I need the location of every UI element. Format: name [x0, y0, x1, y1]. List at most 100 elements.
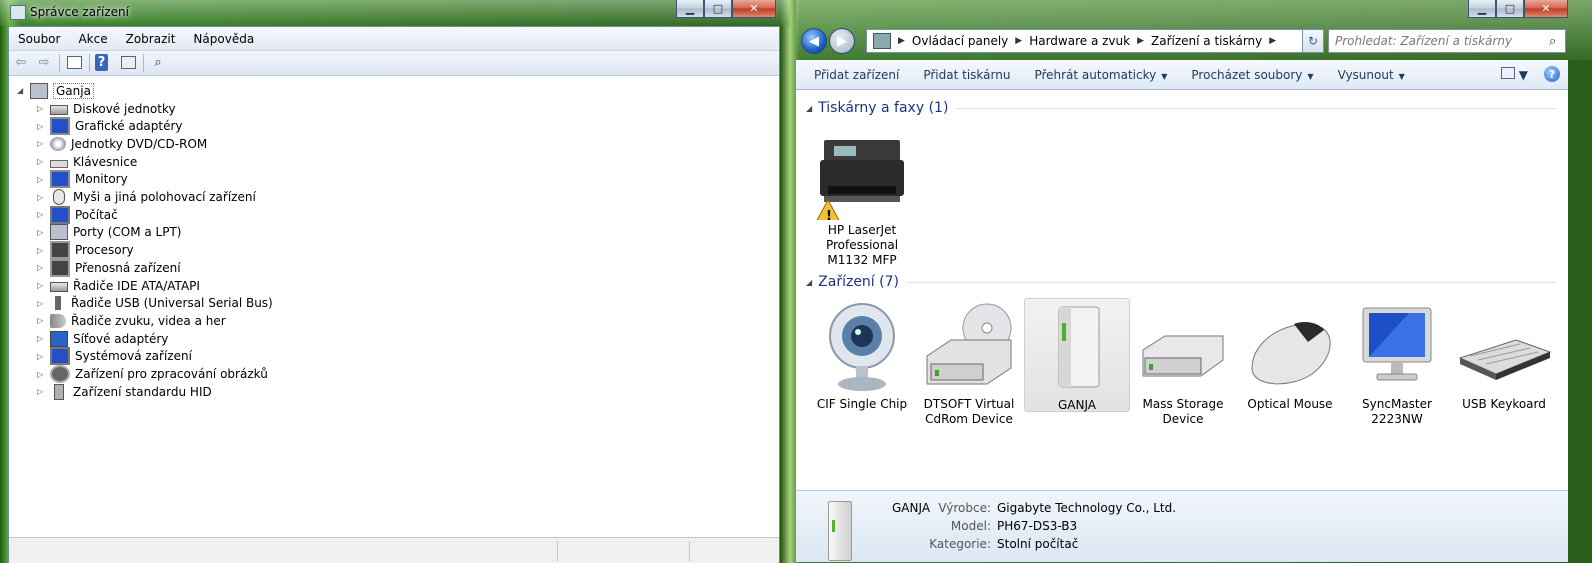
tree-root[interactable]: ◢ Ganja [17, 82, 94, 99]
help-icon[interactable]: ? [95, 54, 108, 71]
expand-triangle-icon[interactable]: ▷ [37, 370, 46, 379]
forward-button[interactable]: ▶ [829, 28, 855, 54]
menu-napoveda[interactable]: Nápověda [184, 32, 263, 46]
expand-triangle-icon[interactable]: ▷ [37, 210, 46, 219]
command-button[interactable]: Vysunout ▼ [1326, 68, 1417, 82]
mouse-icon [1238, 298, 1342, 397]
device-tile[interactable]: Optical Mouse [1238, 298, 1342, 412]
menu-zobrazit[interactable]: Zobrazit [117, 32, 185, 46]
title-bar[interactable]: Správce zařízení [0, 0, 790, 26]
tree-item[interactable]: ▷ Řadiče USB (Universal Serial Bus) [37, 295, 273, 312]
collapse-triangle-icon[interactable]: ◢ [806, 104, 812, 113]
expand-triangle-icon[interactable]: ▷ [37, 352, 46, 361]
device-label: GANJA [1057, 398, 1097, 412]
command-label: Přehrát automaticky [1034, 67, 1157, 82]
forward-arrow-icon[interactable]: ⇨ [35, 54, 53, 71]
tree-item[interactable]: ▷ Procesory [37, 241, 134, 260]
expand-triangle-icon[interactable]: ▷ [37, 175, 46, 184]
command-button[interactable]: Přehrát automaticky ▼ [1022, 68, 1179, 82]
expand-triangle-icon[interactable]: ▷ [37, 281, 46, 290]
device-tile[interactable]: Mass Storage Device [1131, 298, 1235, 427]
expand-triangle-icon[interactable]: ▷ [37, 263, 46, 272]
expand-triangle-icon[interactable]: ▷ [37, 122, 46, 131]
expand-triangle-icon[interactable]: ▷ [37, 299, 46, 308]
printers-group-header[interactable]: ◢ Tiskárny a faxy (1) [806, 100, 1556, 116]
tree-item[interactable]: ▷ Monitory [37, 170, 128, 189]
breadcrumb-zarizeni-tiskarny[interactable]: Zařízení a tiskárny [1151, 34, 1262, 48]
tree-item[interactable]: ▷ Přenosná zařízení [37, 258, 181, 277]
device-tile[interactable]: SyncMaster 2223NW [1345, 298, 1449, 427]
printer-tile-hp[interactable]: ! HP LaserJet Professional M1132 MFP [810, 134, 914, 268]
device-tile[interactable]: USB Keykoard [1452, 298, 1556, 412]
scan-hardware-icon[interactable]: ⌕ [149, 54, 167, 71]
menu-akce[interactable]: Akce [69, 32, 116, 46]
tree-item[interactable]: ▷ Počítač [37, 205, 118, 224]
expand-triangle-icon[interactable]: ▷ [37, 246, 46, 255]
breadcrumb-separator-icon[interactable]: ▶ [898, 36, 905, 46]
expand-triangle-icon[interactable]: ▷ [37, 387, 46, 396]
tree-item[interactable]: ▷ Řadiče IDE ATA/ATAPI [37, 277, 200, 294]
tree-item[interactable]: ▷ Zařízení standardu HID [37, 383, 212, 400]
tree-item[interactable]: ▷ Diskové jednotky [37, 100, 176, 117]
tree-item-label: Procesory [75, 243, 134, 258]
device-label: DTSOFT Virtual CdRom Device [923, 397, 1015, 426]
breadcrumb-separator-icon[interactable]: ▶ [1269, 36, 1276, 46]
tree-item[interactable]: ▷ Řadiče zvuku, videa a her [37, 312, 226, 329]
usb-controller-icon [55, 296, 61, 311]
expand-triangle-icon[interactable]: ▷ [37, 316, 46, 325]
search-icon[interactable]: ⌕ [1549, 34, 1565, 49]
minimize-button[interactable]: ▁ [676, 0, 704, 18]
tree-root-label: Ganja [53, 82, 94, 99]
collapse-triangle-icon[interactable]: ◢ [17, 86, 26, 95]
breadcrumb-hardware-zvuk[interactable]: Hardware a zvuk [1029, 34, 1130, 48]
devices-group-header[interactable]: ◢ Zařízení (7) [806, 274, 1556, 290]
tree-item[interactable]: ▷ Porty (COM a LPT) [37, 224, 181, 241]
breadcrumb-separator-icon[interactable]: ▶ [1015, 36, 1022, 46]
collapse-triangle-icon[interactable]: ◢ [806, 278, 812, 287]
change-view-button[interactable]: ▼ [1500, 67, 1528, 82]
tree-item[interactable]: ▷ Zařízení pro zpracování obrázků [37, 365, 268, 383]
back-arrow-icon[interactable]: ⇦ [12, 54, 30, 71]
breadcrumb-separator-icon[interactable]: ▶ [1137, 36, 1144, 46]
expand-triangle-icon[interactable]: ▷ [37, 157, 46, 166]
tree-item[interactable]: ▷ Klávesnice [37, 153, 137, 170]
expand-triangle-icon[interactable]: ▷ [37, 139, 46, 148]
properties-icon[interactable] [119, 54, 137, 71]
address-bar[interactable]: ▶ Ovládací panely ▶ Hardware a zvuk ▶ Za… [866, 29, 1322, 53]
search-box[interactable]: Prohledat: Zařízení a tiskárny ⌕ [1328, 29, 1566, 53]
tree-item[interactable]: ▷ Myši a jiná polohovací zařízení [37, 189, 256, 206]
minimize-button[interactable]: ▁ [1468, 0, 1496, 18]
details-value: PH67-DS3-B3 [997, 519, 1078, 533]
command-button[interactable]: Přidat tiskárnu [911, 68, 1022, 82]
expand-triangle-icon[interactable]: ▷ [37, 104, 46, 113]
tree-item-label: Klávesnice [73, 154, 138, 169]
computer-tower-icon [1025, 299, 1129, 398]
command-label: Vysunout [1337, 67, 1394, 82]
close-button[interactable]: ✕ [732, 0, 776, 18]
show-hide-console-tree-icon[interactable] [65, 54, 83, 71]
search-input[interactable]: Prohledat: Zařízení a tiskárny [1329, 34, 1549, 48]
command-label: Přidat tiskárnu [923, 67, 1011, 82]
dropdown-arrow-icon: ▼ [1161, 71, 1168, 81]
tree-item[interactable]: ▷ Grafické adaptéry [37, 117, 183, 136]
tree-item[interactable]: ▷ Systémová zařízení [37, 347, 192, 366]
maximize-button[interactable]: □ [1496, 0, 1524, 18]
maximize-button[interactable]: □ [704, 0, 732, 18]
device-tile[interactable]: CIF Single Chip [810, 298, 914, 412]
refresh-button[interactable]: ↻ [1302, 29, 1324, 53]
device-tree: ◢ Ganja ▷ Diskové jednotky ▷ Grafické adapt… [9, 77, 779, 537]
expand-triangle-icon[interactable]: ▷ [37, 193, 46, 202]
menu-soubor[interactable]: Soubor [9, 32, 69, 46]
tree-item[interactable]: ▷ Síťové adaptéry [37, 330, 168, 347]
help-icon[interactable]: ? [1544, 66, 1560, 82]
breadcrumb-ovladaci-panely[interactable]: Ovládací panely [912, 34, 1008, 48]
close-button[interactable]: ✕ [1524, 0, 1568, 18]
tree-item[interactable]: ▷ Jednotky DVD/CD-ROM [37, 135, 207, 152]
expand-triangle-icon[interactable]: ▷ [37, 228, 46, 237]
command-button[interactable]: Procházet soubory ▼ [1179, 68, 1325, 82]
command-button[interactable]: Přidat zařízení [802, 68, 911, 82]
expand-triangle-icon[interactable]: ▷ [37, 334, 46, 343]
device-tile[interactable]: GANJA [1024, 298, 1130, 412]
device-tile[interactable]: DTSOFT Virtual CdRom Device [917, 298, 1021, 427]
back-button[interactable]: ◀ [801, 28, 827, 54]
